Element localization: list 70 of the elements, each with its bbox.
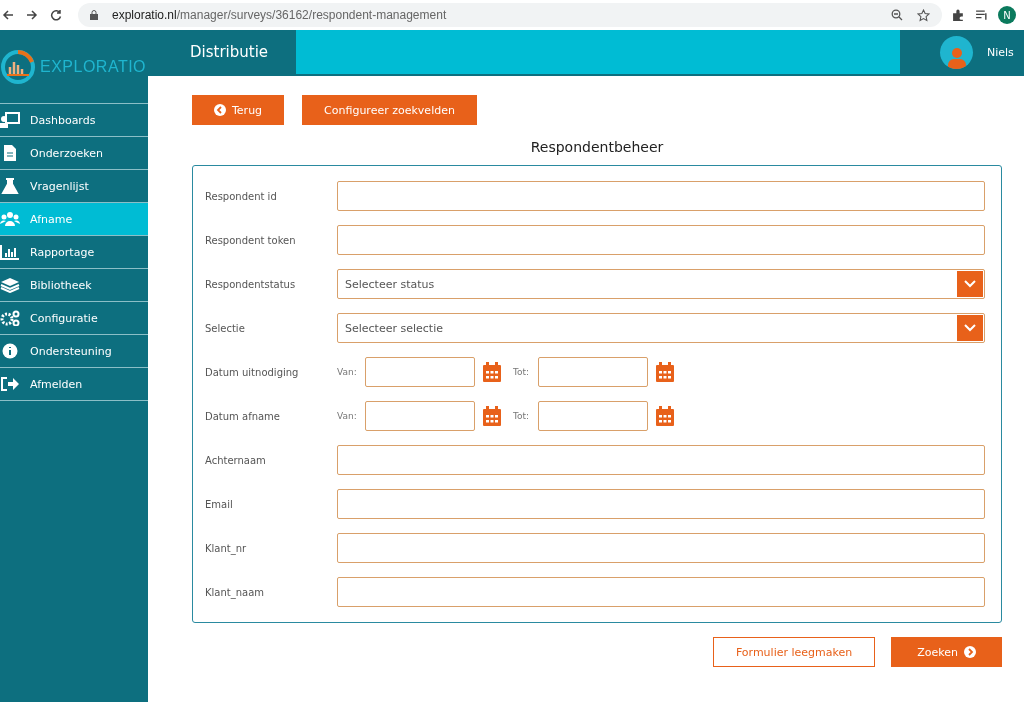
reset-form-button[interactable]: Formulier leegmaken bbox=[712, 637, 876, 667]
forward-chevron-icon bbox=[964, 646, 976, 658]
user-name: Niels bbox=[987, 45, 1014, 59]
date-field[interactable] bbox=[365, 401, 475, 431]
date-field[interactable] bbox=[538, 401, 648, 431]
lock-icon bbox=[90, 10, 98, 20]
calendar-icon[interactable] bbox=[483, 406, 501, 426]
menu-icon bbox=[0, 244, 20, 260]
back-arrow-icon[interactable] bbox=[2, 9, 14, 21]
field-label: Klant_naam bbox=[205, 586, 266, 598]
sidebar-item[interactable]: Dashboards bbox=[0, 104, 148, 137]
field-label: Datum afname bbox=[205, 410, 281, 422]
profile-avatar[interactable]: N bbox=[998, 6, 1016, 24]
url-text: exploratio.nl/manager/surveys/36162/respondent-management bbox=[112, 8, 447, 22]
user-avatar bbox=[940, 35, 973, 69]
sidebar-item[interactable]: Onderzoeken bbox=[0, 137, 148, 170]
input-field[interactable] bbox=[337, 181, 985, 211]
back-button[interactable]: Terug bbox=[192, 95, 285, 125]
puzzle-icon[interactable] bbox=[952, 8, 965, 22]
sidebar-item[interactable]: Ondersteuning bbox=[0, 335, 148, 368]
field-label: Respondent token bbox=[205, 234, 297, 246]
back-chevron-icon bbox=[214, 104, 226, 116]
calendar-icon[interactable] bbox=[483, 362, 501, 382]
menu-icon bbox=[0, 178, 20, 194]
field-label: Respondent id bbox=[205, 190, 278, 202]
menu-icon bbox=[0, 310, 20, 326]
dropdown[interactable]: Selecteer selectie bbox=[337, 313, 985, 343]
input-field[interactable] bbox=[337, 445, 985, 475]
date-to-label: Tot: bbox=[513, 411, 531, 421]
sidebar-item[interactable]: Afmelden bbox=[0, 368, 148, 401]
caret-icon bbox=[957, 315, 983, 341]
field-label: Selectie bbox=[205, 322, 246, 334]
menu-icon bbox=[0, 277, 20, 293]
search-button[interactable]: Zoeken bbox=[891, 637, 1002, 667]
date-from-label: Van: bbox=[337, 367, 358, 377]
date-field[interactable] bbox=[538, 357, 648, 387]
user-panel[interactable]: Niels bbox=[900, 30, 1024, 74]
date-field[interactable] bbox=[365, 357, 475, 387]
caret-icon bbox=[957, 271, 983, 297]
field-label: Respondentstatus bbox=[205, 278, 297, 290]
form-title: Respondentbeheer bbox=[529, 139, 665, 155]
playlist-icon[interactable] bbox=[975, 8, 988, 22]
forward-arrow-icon[interactable] bbox=[26, 9, 38, 21]
sidebar-item[interactable]: Bibliotheek bbox=[0, 269, 148, 302]
sidebar-item[interactable]: Configuratie bbox=[0, 302, 148, 335]
menu-icon bbox=[0, 376, 20, 392]
field-label: Klant_nr bbox=[205, 542, 248, 554]
input-field[interactable] bbox=[337, 489, 985, 519]
input-field[interactable] bbox=[337, 577, 985, 607]
logo: EXPLORATIO bbox=[0, 30, 148, 104]
address-bar[interactable]: exploratio.nl/manager/surveys/36162/respondent-management bbox=[78, 3, 942, 27]
menu-icon bbox=[0, 211, 20, 227]
input-field[interactable] bbox=[337, 533, 985, 563]
calendar-icon[interactable] bbox=[656, 362, 674, 382]
zoom-icon[interactable] bbox=[891, 9, 903, 21]
logo-icon bbox=[0, 48, 36, 85]
input-field[interactable] bbox=[337, 225, 985, 255]
reload-icon[interactable] bbox=[50, 9, 62, 21]
calendar-icon[interactable] bbox=[656, 406, 674, 426]
date-from-label: Van: bbox=[337, 411, 358, 421]
section-title: Distributie bbox=[148, 30, 296, 74]
date-to-label: Tot: bbox=[513, 367, 531, 377]
field-label: Email bbox=[205, 498, 234, 510]
configure-button[interactable]: Configureer zoekvelden bbox=[302, 95, 477, 125]
sidebar-item[interactable]: Rapportage bbox=[0, 236, 148, 269]
star-icon[interactable] bbox=[917, 8, 930, 22]
field-label: Datum uitnodiging bbox=[205, 366, 300, 378]
field-label: Achternaam bbox=[205, 454, 267, 466]
menu-icon bbox=[0, 112, 20, 128]
dropdown[interactable]: Selecteer status bbox=[337, 269, 985, 299]
